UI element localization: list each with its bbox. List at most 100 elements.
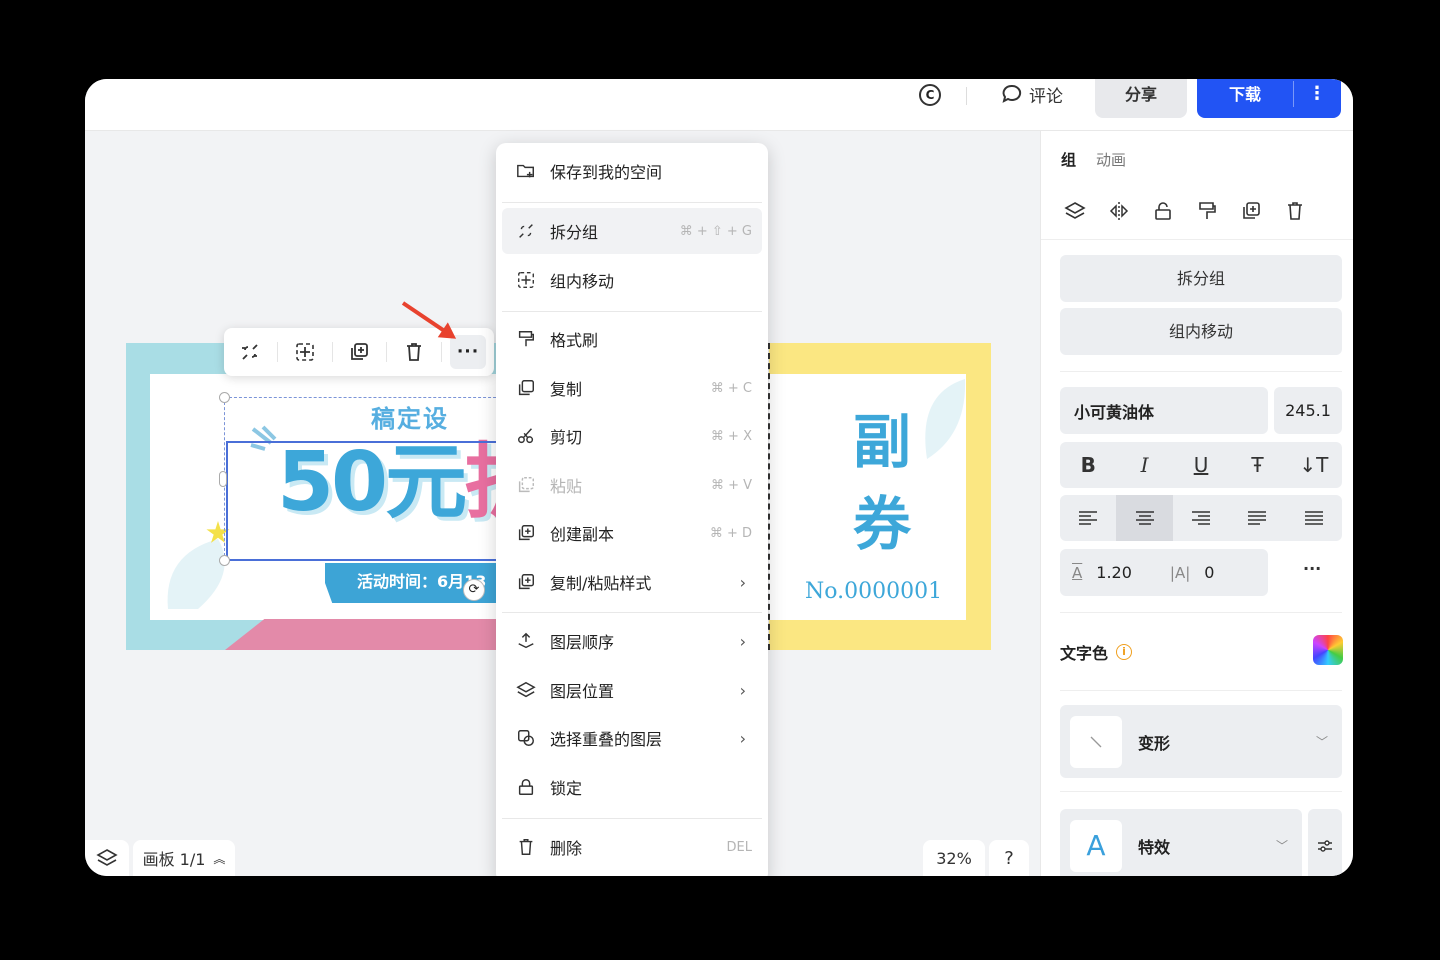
share-button[interactable]: 分享	[1095, 79, 1187, 118]
align-right-icon[interactable]	[1172, 495, 1230, 541]
move-in-group-icon	[502, 269, 536, 291]
menu-item-label: 复制/粘贴样式	[550, 574, 652, 593]
help-button[interactable]: ?	[989, 840, 1029, 876]
bold-button[interactable]: B	[1060, 442, 1117, 488]
layers-icon	[96, 849, 118, 866]
layers-icon[interactable]	[1061, 197, 1088, 224]
zoom-control[interactable]: 32%	[923, 840, 985, 876]
resize-handle[interactable]	[219, 392, 230, 403]
trash-icon[interactable]	[1281, 197, 1308, 224]
duplicate-icon[interactable]	[341, 335, 377, 369]
download-more-button[interactable]: ⋮	[1293, 79, 1341, 109]
menu-item-ungroup[interactable]: 拆分组 ⌘ + ⇧ + G	[502, 208, 762, 254]
justify-all-icon[interactable]	[1285, 495, 1343, 541]
layer-order-icon	[502, 630, 536, 652]
coupon-number[interactable]: No.0000001	[805, 579, 942, 604]
menu-item-shortcut: ⌘ + ⇧ + G	[679, 223, 752, 239]
tab-group[interactable]: 组	[1061, 149, 1076, 170]
panel-tabs: 组 动画	[1061, 149, 1126, 170]
trash-icon[interactable]	[396, 335, 432, 369]
menu-item-shortcut: ⌘ + V	[710, 477, 752, 493]
divider	[502, 202, 762, 203]
more-icon[interactable]: ···	[450, 335, 486, 369]
menu-item-format-brush[interactable]: 格式刷	[502, 316, 762, 362]
text-color-swatch[interactable]	[1313, 635, 1343, 665]
menu-item-create-copy[interactable]: 创建副本 ⌘ + D	[502, 510, 762, 556]
menu-item-lock[interactable]: 锁定	[502, 764, 762, 810]
vertical-text-button[interactable]: ↓T	[1285, 442, 1343, 488]
lock-icon	[502, 776, 536, 798]
menu-item-label: 图层顺序	[550, 633, 615, 652]
divider	[502, 311, 762, 312]
menu-item-save-to-space[interactable]: 保存到我的空间	[502, 148, 762, 194]
duplicate-icon[interactable]	[1237, 197, 1264, 224]
divider	[332, 342, 333, 362]
element-selection-box[interactable]	[226, 441, 506, 561]
layers-panel-button[interactable]	[85, 840, 129, 876]
info-icon[interactable]: i	[1116, 644, 1133, 660]
menu-item-select-overlap[interactable]: 选择重叠的图层 ›	[502, 715, 762, 761]
menu-item-paste[interactable]: 粘贴 ⌘ + V	[502, 462, 762, 508]
ungroup-icon[interactable]	[232, 335, 268, 369]
tab-animation[interactable]: 动画	[1096, 149, 1126, 170]
menu-item-label: 格式刷	[550, 331, 599, 350]
resize-handle[interactable]	[219, 555, 230, 566]
transform-section[interactable]: 变形 ﹀	[1060, 705, 1342, 778]
coupon-label-vertical[interactable]: 副 券	[847, 401, 917, 565]
menu-item-shortcut: DEL	[726, 839, 752, 855]
transform-preview	[1070, 715, 1122, 768]
copy-style-icon	[502, 571, 536, 593]
font-family-select[interactable]: 小可黄油体	[1060, 387, 1268, 434]
overlap-icon	[502, 727, 536, 749]
effect-settings-button[interactable]	[1308, 809, 1342, 876]
align-left-icon[interactable]	[1060, 495, 1117, 541]
format-brush-icon[interactable]	[1193, 197, 1220, 224]
menu-item-move-in-group[interactable]: 组内移动	[502, 257, 762, 303]
format-brush-icon	[502, 328, 536, 350]
menu-item-label: 组内移动	[550, 272, 615, 291]
letter-spacing-input[interactable]: 0	[1204, 563, 1214, 582]
text-color-label: 文字色	[1060, 644, 1109, 663]
menu-item-cut[interactable]: 剪切 ⌘ + X	[502, 413, 762, 459]
chevron-up-icon: ︽	[213, 851, 226, 866]
flip-icon[interactable]	[1105, 197, 1132, 224]
strikethrough-button[interactable]: Ŧ	[1229, 442, 1286, 488]
lock-icon[interactable]	[1149, 197, 1176, 224]
font-size-input[interactable]: 245.1	[1274, 387, 1342, 434]
move-in-group-icon[interactable]	[287, 335, 323, 369]
menu-item-copy[interactable]: 复制 ⌘ + C	[502, 365, 762, 411]
effects-section[interactable]: A 特效 ﹀	[1060, 809, 1302, 876]
move-in-group-button[interactable]: 组内移动	[1060, 308, 1342, 355]
comment-button[interactable]: 评论	[1001, 79, 1063, 109]
menu-item-label: 剪切	[550, 428, 583, 447]
divider	[502, 818, 762, 819]
ungroup-icon	[502, 220, 536, 242]
italic-button[interactable]: I	[1116, 442, 1173, 488]
align-center-icon[interactable]	[1116, 495, 1173, 541]
ungroup-button[interactable]: 拆分组	[1060, 255, 1342, 302]
comment-label: 评论	[1029, 86, 1063, 107]
menu-item-layer-position[interactable]: 图层位置 ›	[502, 667, 762, 713]
copyright-icon[interactable]: C	[919, 84, 941, 106]
justify-icon[interactable]	[1229, 495, 1286, 541]
board-selector[interactable]: 画板 1/1 ︽	[133, 840, 235, 876]
menu-item-copy-paste-style[interactable]: 复制/粘贴样式 ›	[502, 559, 762, 605]
effect-preview: A	[1070, 819, 1122, 872]
menu-item-layer-order[interactable]: 图层顺序 ›	[502, 618, 762, 664]
board-label: 画板 1/1	[142, 850, 206, 869]
copy-icon	[502, 377, 536, 399]
menu-item-delete[interactable]: 删除 DEL	[502, 824, 762, 870]
panel-icon-row	[1061, 197, 1308, 224]
menu-item-shortcut: ⌘ + C	[710, 380, 752, 396]
menu-item-shortcut: ⌘ + D	[709, 525, 752, 541]
diagonal-line-icon	[1090, 736, 1102, 747]
duplicate-icon	[502, 522, 536, 544]
line-height-input[interactable]: 1.20	[1096, 563, 1132, 582]
underline-button[interactable]: U	[1172, 442, 1230, 488]
rotate-handle[interactable]: ⟳	[463, 579, 485, 601]
download-button[interactable]: 下载 ⋮	[1197, 79, 1341, 118]
alignment-row	[1060, 495, 1343, 541]
more-options-button[interactable]: ···	[1303, 559, 1321, 578]
effect-label: 特效	[1138, 837, 1171, 857]
resize-handle[interactable]	[219, 471, 227, 487]
